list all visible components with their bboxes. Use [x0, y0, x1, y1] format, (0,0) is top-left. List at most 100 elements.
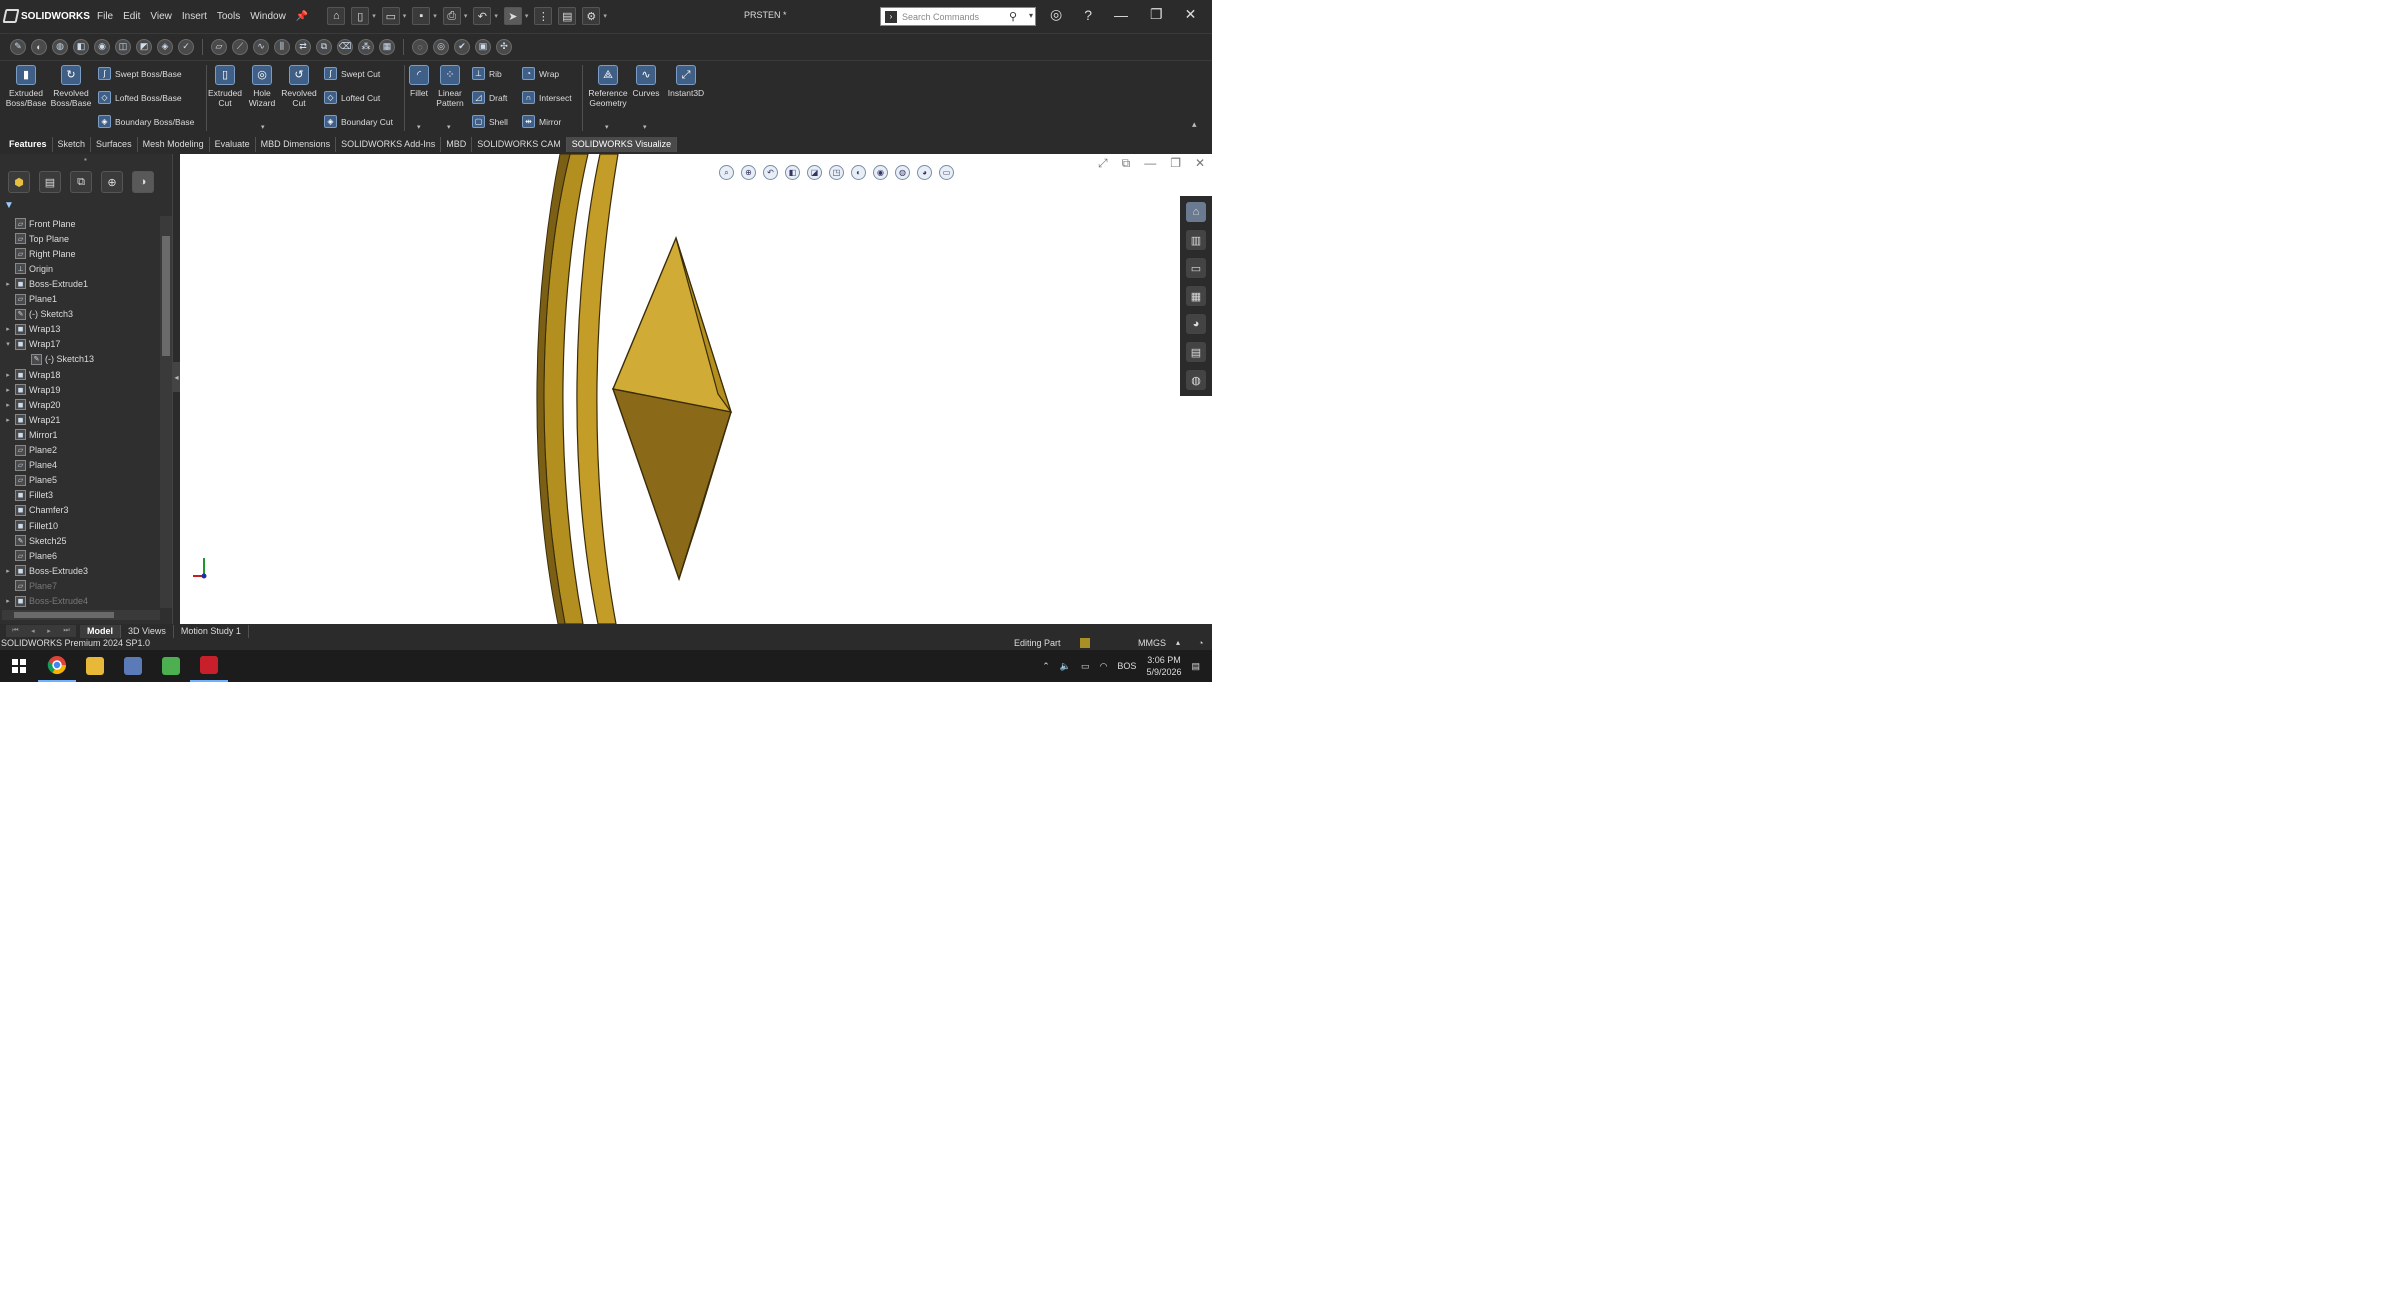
extruded-boss-button[interactable]: ▮ Extruded Boss/Base	[6, 65, 46, 108]
viewport-expand-icon[interactable]: ⤢	[1098, 156, 1108, 171]
tab-mbd-dimensions[interactable]: MBD Dimensions	[256, 136, 337, 152]
feature-tree-item[interactable]: ⊥ Origin	[4, 261, 53, 276]
tab-scroll-arrows[interactable]: ⏮ ◂ ▸ ⏭	[6, 625, 76, 637]
feature-tree-item[interactable]: ▱ Plane6	[4, 548, 57, 563]
options-gear-icon[interactable]: ⚙	[582, 7, 601, 25]
minimize-icon[interactable]: —	[1114, 7, 1128, 23]
curves-dropdown-icon[interactable]: ▾	[643, 123, 647, 131]
dynamic-annotation-icon[interactable]: ◪	[807, 165, 822, 180]
feature-tree-item[interactable]: ▱ Plane2	[4, 443, 57, 458]
boundary-boss-button[interactable]: ◈ Boundary Boss/Base	[98, 115, 194, 128]
feature-tree-item[interactable]: ▱ Top Plane	[4, 231, 69, 246]
delete-face-icon[interactable]: ⌫	[337, 38, 353, 55]
feature-tree-item[interactable]: ◼ Mirror1	[4, 427, 58, 442]
menu-tools[interactable]: Tools	[216, 9, 241, 24]
property-manager-tab-icon[interactable]: ▤	[39, 171, 61, 193]
file-explorer-taskbar-icon[interactable]	[76, 650, 114, 682]
hole-wizard-dropdown-icon[interactable]: ▾	[261, 123, 265, 131]
rebuild-icon[interactable]: ◍	[52, 38, 68, 55]
rebuild-status-icon[interactable]	[1080, 638, 1090, 648]
solidworks-logo[interactable]: SOLIDWORKS	[2, 9, 90, 23]
previous-view-icon[interactable]: ↶	[763, 165, 778, 180]
pattern-dropdown-icon[interactable]: ▾	[447, 123, 451, 131]
reference-dropdown-icon[interactable]: ▾	[605, 123, 609, 131]
help-icon[interactable]: ?	[1084, 7, 1092, 23]
tab-solidworks-visualize[interactable]: SOLIDWORKS Visualize	[566, 136, 678, 152]
instant3d-button[interactable]: ⤢ Instant3D	[664, 65, 708, 98]
menu-view[interactable]: View	[149, 9, 173, 24]
axis-icon[interactable]: ⟋	[232, 38, 248, 55]
collapse-ribbon-icon[interactable]: ▴	[1192, 119, 1197, 130]
search-icon[interactable]: ⚲	[1009, 10, 1017, 23]
wrap-button[interactable]: ◔ Wrap	[522, 67, 559, 80]
tab-solidworks-add-ins[interactable]: SOLIDWORKS Add-Ins	[336, 136, 442, 152]
units-dropdown-icon[interactable]: ▴	[1176, 638, 1180, 647]
edit-appearance-icon[interactable]: ◍	[895, 165, 910, 180]
account-icon[interactable]: ◎	[1050, 6, 1062, 23]
apply-scene-icon[interactable]: ◕	[917, 165, 932, 180]
next-tab-icon[interactable]: ▸	[47, 627, 51, 635]
swept-boss-button[interactable]: ∫ Swept Boss/Base	[98, 67, 182, 80]
view-settings-icon[interactable]: ▭	[939, 165, 954, 180]
undo-icon[interactable]: ↶	[473, 7, 492, 25]
section-view-icon[interactable]: ◩	[136, 38, 152, 55]
mass-properties-icon[interactable]: ◫	[115, 38, 131, 55]
feature-tree-item[interactable]: ▸ ◼ Boss-Extrude4	[4, 594, 88, 609]
design-library-icon[interactable]: ▥	[1186, 230, 1206, 250]
file-explorer-icon[interactable]: ▭	[1186, 258, 1206, 278]
solidworks-taskbar-icon[interactable]	[190, 650, 228, 682]
draft-button[interactable]: ◿ Draft	[472, 91, 507, 104]
viewport-tile-icon[interactable]: ⧉	[1122, 156, 1131, 171]
checkmark-circle-icon[interactable]: ✔	[454, 38, 470, 55]
tab-model[interactable]: Model	[80, 624, 121, 638]
section-view-icon[interactable]: ◧	[785, 165, 800, 180]
display-style-icon[interactable]: ◐	[851, 165, 866, 180]
revolved-cut-button[interactable]: ↺ Revolved Cut	[280, 65, 318, 108]
tab-mbd[interactable]: MBD	[441, 136, 473, 152]
restore-icon[interactable]: ❐	[1150, 6, 1163, 23]
search-dropdown-icon[interactable]: ▾	[1029, 11, 1033, 20]
prev-tab-icon[interactable]: ◂	[31, 627, 35, 635]
search-commands-field[interactable]: › Search Commands ⚲ ▾	[880, 7, 1036, 26]
fillet-button[interactable]: ◜ Fillet	[406, 65, 432, 98]
panel-grip-icon[interactable]: ▪	[84, 155, 87, 164]
scroll-thumb[interactable]	[162, 236, 170, 356]
appearances-scenes-icon[interactable]: ◕	[1186, 314, 1206, 334]
tab-solidworks-cam[interactable]: SOLIDWORKS CAM	[472, 136, 567, 152]
feature-tree-item[interactable]: ✎ (-) Sketch13	[20, 352, 94, 367]
appearance-icon[interactable]: ◉	[94, 38, 110, 55]
move-face-icon[interactable]: ⇄	[295, 38, 311, 55]
expand-arrow-icon[interactable]: ▸	[4, 401, 12, 409]
display-style-icon[interactable]: ◈	[157, 38, 173, 55]
linear-pattern-button[interactable]: ⁘ Linear Pattern	[432, 65, 468, 108]
solidworks-resources-icon[interactable]: ⌂	[1186, 202, 1206, 222]
tray-chevron-icon[interactable]: ⌃	[1042, 661, 1050, 672]
fillet-dropdown-icon[interactable]: ▾	[417, 123, 421, 131]
unit-system[interactable]: MMGS	[1138, 638, 1166, 648]
options-dropdown-icon[interactable]: ▾	[603, 12, 607, 20]
viewport-close-icon[interactable]: ✕	[1195, 156, 1205, 171]
move-copy-icon[interactable]: ✣	[496, 38, 512, 55]
filter-icon[interactable]: ▼	[4, 200, 14, 211]
network-icon[interactable]: ◠	[1100, 661, 1108, 672]
curve-icon[interactable]: ∿	[253, 38, 269, 55]
boundary-cut-button[interactable]: ◈ Boundary Cut	[324, 115, 393, 128]
calculator-taskbar-icon[interactable]	[114, 650, 152, 682]
split-line-icon[interactable]: ⫼	[274, 38, 290, 55]
feature-tree-item[interactable]: ▸ ◼ Wrap18	[4, 367, 60, 382]
dimxpert-tab-icon[interactable]: ⊕	[101, 171, 123, 193]
expand-arrow-icon[interactable]: ▸	[4, 325, 12, 333]
expand-arrow-icon[interactable]: ▸	[4, 386, 12, 394]
file-properties-icon[interactable]: ▤	[558, 7, 577, 25]
save-icon[interactable]: ▪	[412, 7, 431, 25]
graphics-area[interactable]: ⌕ ⊕ ↶ ◧ ◪ ◳ ◐ ◉ ◍ ◕ ▭ ⤢ ⧉ — ❐ ✕ ⌂ ▥ ▭ ▦ …	[180, 154, 1212, 624]
open-folder-icon[interactable]: ▭	[381, 7, 400, 25]
feature-tree-item[interactable]: ▱ Plane1	[4, 292, 57, 307]
notepad-taskbar-icon[interactable]	[152, 650, 190, 682]
notifications-icon[interactable]: ▤	[1191, 661, 1200, 672]
panel-collapse-handle-icon[interactable]: ◂	[173, 362, 180, 392]
tab-features[interactable]: Features	[4, 136, 53, 152]
feature-tree-item[interactable]: ▸ ◼ Boss-Extrude1	[4, 276, 88, 291]
rib-button[interactable]: ⊥ Rib	[472, 67, 502, 80]
expand-arrow-icon[interactable]: ▸	[4, 280, 12, 288]
